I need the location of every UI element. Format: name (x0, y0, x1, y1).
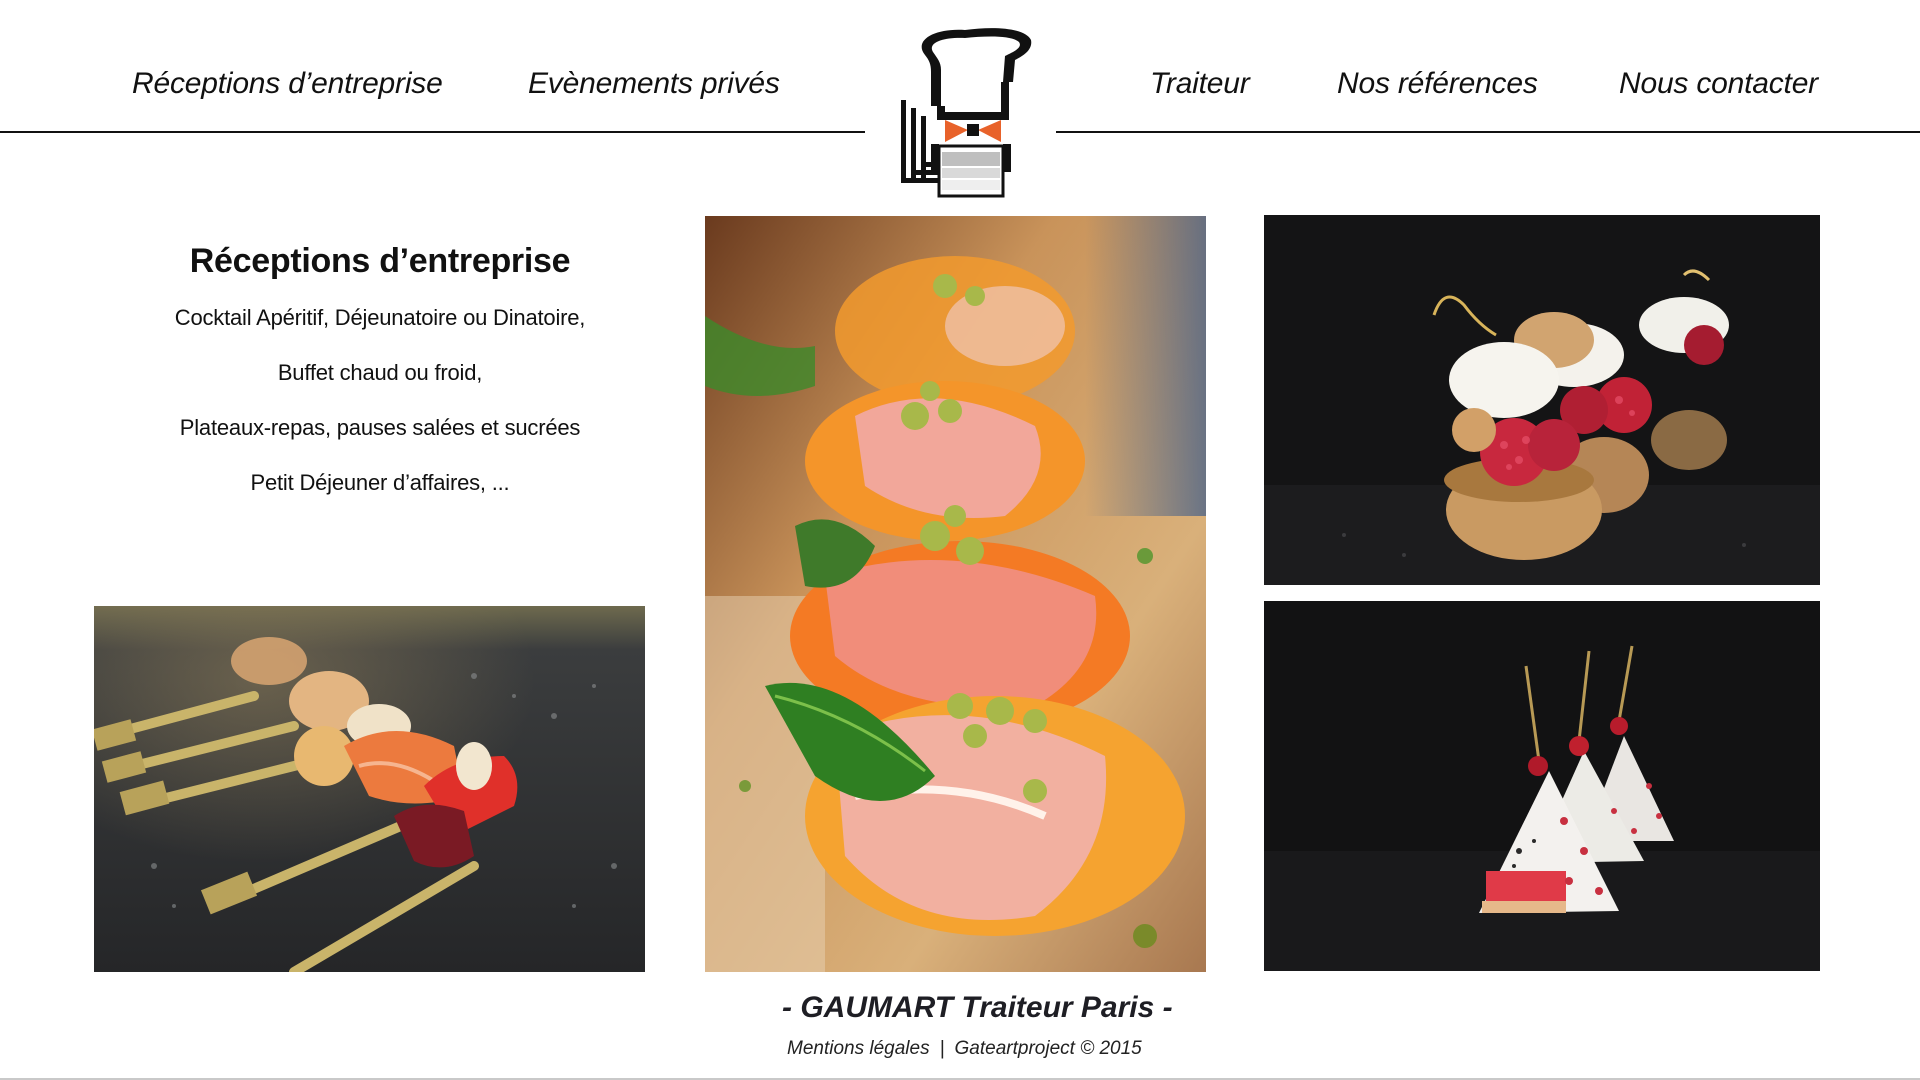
petit-fours-photo (1264, 601, 1820, 971)
footer-credit: Gateartproject © 2015 (954, 1038, 1142, 1059)
intro-title: Réceptions d’entreprise (189, 242, 571, 280)
nav-item-evenements-prives[interactable]: Evènements privés (528, 66, 780, 102)
intro-line: Plateaux-repas, pauses salées et sucrées (179, 415, 581, 440)
intro-line: Petit Déjeuner d’affaires, ... (250, 470, 510, 495)
intro-section: Réceptions d’entreprise Cocktail Apériti… (120, 240, 640, 524)
skewers-photo (94, 606, 645, 972)
intro-line: Buffet chaud ou froid, (277, 360, 483, 385)
chef-hat-logo-icon[interactable] (895, 20, 1040, 200)
header-divider-right (1056, 131, 1920, 133)
footer-separator: | (939, 1038, 945, 1059)
header-divider-left (0, 131, 865, 133)
prosciutto-peach-photo (705, 216, 1206, 972)
intro-line: Cocktail Apéritif, Déjeunatoire ou Dinat… (174, 305, 586, 330)
footer-links: Mentions légales | Gateartproject © 2015 (787, 1037, 1142, 1061)
nav-item-traiteur[interactable]: Traiteur (1150, 66, 1250, 102)
nav-item-receptions-entreprise[interactable]: Réceptions d’entreprise (132, 66, 443, 102)
raspberry-choux-photo (1264, 215, 1820, 585)
footer-title-text: - GAUMART Traiteur Paris - (782, 991, 1173, 1024)
nav-item-nos-references[interactable]: Nos références (1337, 66, 1538, 102)
legal-notice-link[interactable]: Mentions légales (787, 1038, 930, 1059)
page: Réceptions d’entreprise Evènements privé… (0, 0, 1920, 1080)
nav-item-nous-contacter[interactable]: Nous contacter (1619, 66, 1818, 102)
